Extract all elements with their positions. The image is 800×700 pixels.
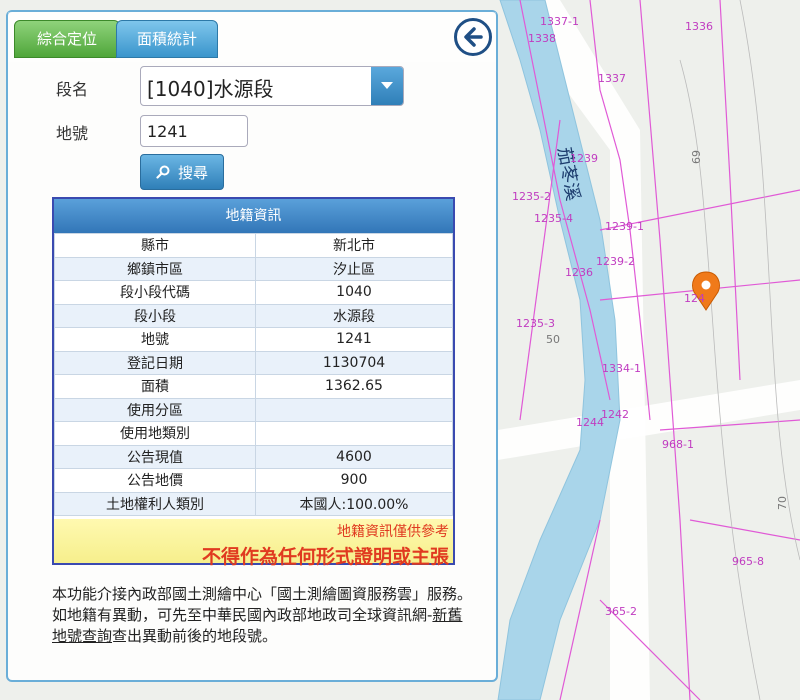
info-row: 段小段代碼 1040 — [54, 280, 453, 305]
section-select[interactable]: [1040]水源段 — [140, 66, 404, 106]
svg-text:365-2: 365-2 — [605, 605, 637, 618]
tab-integrated-locate[interactable]: 綜合定位 — [14, 20, 120, 58]
cadastral-info-box: 地籍資訊 縣市 新北市 鄉鎮市區 汐止區 段小段代碼 1040 段小段 水源段 地號 1241 登記… — [52, 197, 455, 568]
info-row-value: 900 — [255, 468, 453, 493]
info-row-value: 1362.65 — [255, 374, 453, 399]
svg-text:1338: 1338 — [528, 32, 556, 45]
info-row-value: 1040 — [255, 280, 453, 305]
info-row-key: 鄉鎮市區 — [54, 256, 256, 281]
info-row-value: 1241 — [255, 327, 453, 352]
info-row-key: 使用分區 — [54, 397, 256, 422]
description-text: 如地籍有異動，可先至中華民國內政部地政司全球資訊網- — [52, 606, 433, 624]
info-row-value: 水源段 — [255, 303, 453, 328]
svg-text:1336: 1336 — [685, 20, 713, 33]
search-button[interactable]: 搜尋 — [140, 154, 224, 190]
description: 本功能介接內政部國土測繪中心「國土測繪圖資服務雲」服務。 如地籍有異動，可先至中… — [52, 584, 472, 647]
description-text-end: 查出異動前後的地段號。 — [112, 627, 278, 645]
section-select-value: [1040]水源段 — [147, 77, 274, 101]
info-row: 面積 1362.65 — [54, 374, 453, 399]
info-row: 使用地類別 — [54, 421, 453, 446]
section-label: 段名 — [56, 80, 89, 99]
search-icon — [156, 165, 170, 179]
info-row-value: 本國人:100.00% — [255, 491, 453, 516]
svg-text:1337: 1337 — [598, 72, 626, 85]
info-row: 登記日期 1130704 — [54, 350, 453, 375]
info-row: 鄉鎮市區 汐止區 — [54, 256, 453, 281]
info-row: 公告地價 900 — [54, 468, 453, 493]
cadastral-info-title: 地籍資訊 — [54, 199, 453, 233]
info-row-value: 1130704 — [255, 350, 453, 375]
svg-text:69: 69 — [689, 150, 702, 164]
info-row-key: 土地權利人類別 — [54, 491, 256, 516]
info-row-value — [255, 421, 453, 446]
disclaimer: 地籍資訊僅供參考 不得作為任何形式證明或主張 — [54, 519, 453, 568]
info-row: 使用分區 — [54, 397, 453, 422]
info-row-key: 面積 — [54, 374, 256, 399]
info-row-key: 公告現值 — [54, 444, 256, 469]
svg-text:965-8: 965-8 — [732, 555, 764, 568]
query-panel: 綜合定位 面積統計 段名 [1040]水源段 地號 搜尋 地籍資訊 縣市新北市鄉… — [6, 10, 498, 682]
parcel-number-input[interactable] — [140, 115, 248, 147]
info-row-key: 登記日期 — [54, 350, 256, 375]
svg-text:1236: 1236 — [565, 266, 593, 279]
info-row: 縣市 新北市 — [54, 233, 453, 258]
info-row: 公告現值 4600 — [54, 444, 453, 469]
description-line-2: 如地籍有異動，可先至中華民國內政部地政司全球資訊網-新舊地號查詢查出異動前後的地… — [52, 605, 472, 647]
info-row-value — [255, 397, 453, 422]
info-row-key: 地號 — [54, 327, 256, 352]
tab-bar: 綜合定位 面積統計 — [8, 12, 496, 62]
tab-area-statistics[interactable]: 面積統計 — [116, 20, 218, 58]
svg-text:1239-2: 1239-2 — [596, 255, 635, 268]
back-button[interactable] — [454, 18, 492, 56]
svg-text:124: 124 — [684, 292, 705, 305]
info-row-key: 縣市 — [54, 233, 256, 258]
disclaimer-reference: 地籍資訊僅供參考 — [337, 524, 449, 540]
disclaimer-warning: 不得作為任何形式證明或主張 — [201, 546, 449, 568]
dropdown-arrow-icon[interactable] — [371, 67, 403, 105]
svg-text:1239-1: 1239-1 — [605, 220, 644, 233]
svg-text:968-1: 968-1 — [662, 438, 694, 451]
search-button-label: 搜尋 — [177, 163, 208, 182]
svg-text:70: 70 — [776, 496, 789, 510]
info-row-key: 段小段 — [54, 303, 256, 328]
arrow-left-icon — [464, 27, 483, 47]
svg-text:50: 50 — [546, 333, 560, 346]
svg-text:1235-4: 1235-4 — [534, 212, 573, 225]
svg-text:1244: 1244 — [576, 416, 604, 429]
parcel-label: 地號 — [56, 124, 89, 143]
svg-text:1239: 1239 — [570, 152, 598, 165]
svg-text:1242: 1242 — [601, 408, 629, 421]
info-row-key: 段小段代碼 — [54, 280, 256, 305]
info-row-key: 公告地價 — [54, 468, 256, 493]
svg-text:1235-3: 1235-3 — [516, 317, 555, 330]
svg-text:1235-2: 1235-2 — [512, 190, 551, 203]
svg-text:1337-1: 1337-1 — [540, 15, 579, 28]
info-row: 土地權利人類別 本國人:100.00% — [54, 491, 453, 516]
info-row-value: 新北市 — [255, 233, 453, 258]
info-row-key: 使用地類別 — [54, 421, 256, 446]
description-line-1: 本功能介接內政部國土測繪中心「國土測繪圖資服務雲」服務。 — [52, 585, 473, 603]
info-row: 段小段 水源段 — [54, 303, 453, 328]
info-row-value: 汐止區 — [255, 256, 453, 281]
cadastral-info-table: 縣市 新北市 鄉鎮市區 汐止區 段小段代碼 1040 段小段 水源段 地號 1241 登記日期 113… — [54, 233, 453, 516]
svg-text:1334-1: 1334-1 — [602, 362, 641, 375]
info-row-value: 4600 — [255, 444, 453, 469]
info-row: 地號 1241 — [54, 327, 453, 352]
